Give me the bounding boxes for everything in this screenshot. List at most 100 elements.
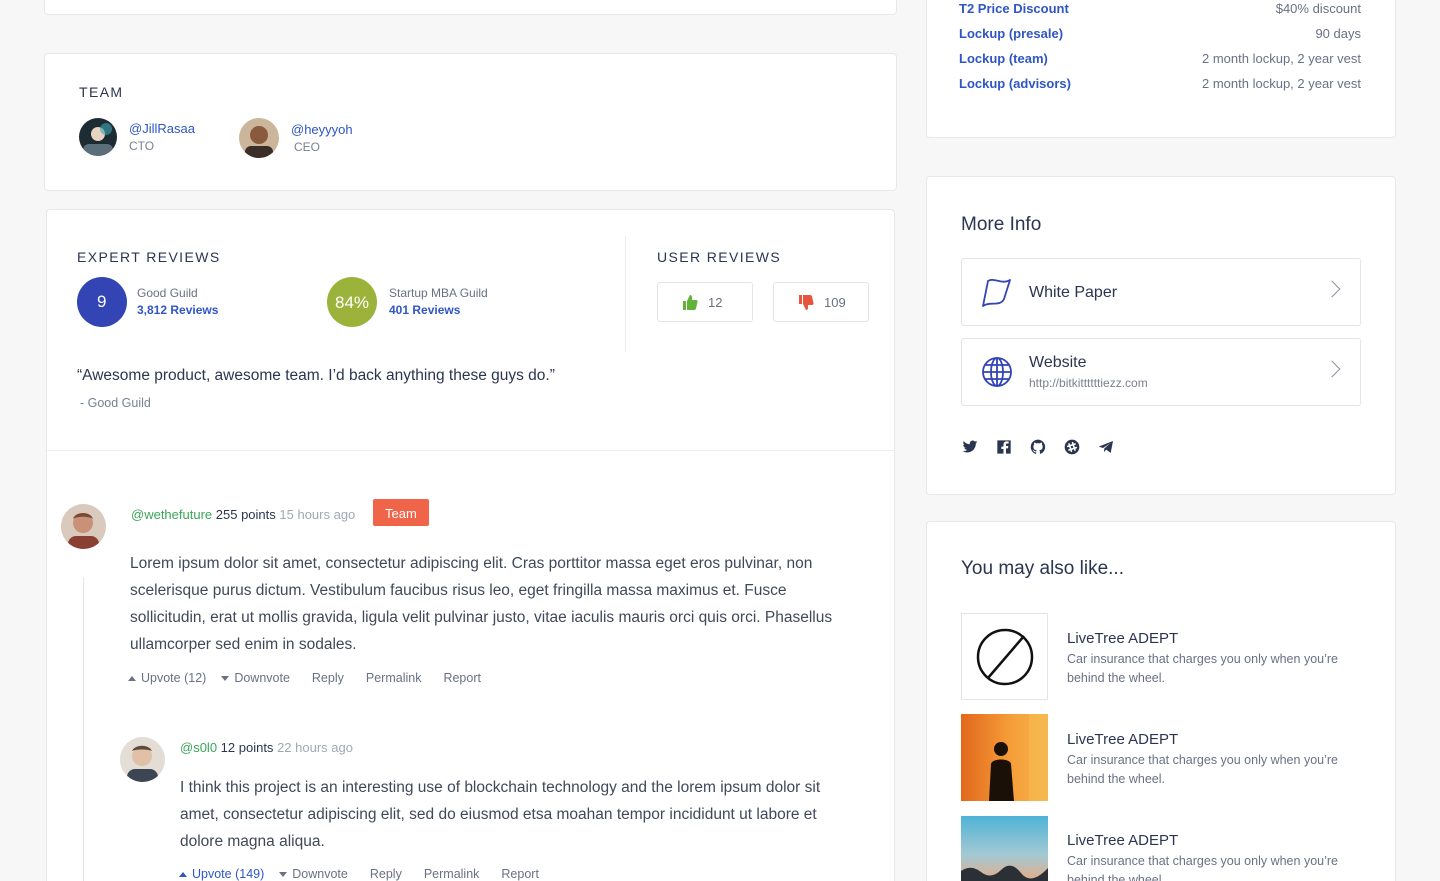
term-key: Lockup (team) [959, 51, 1048, 66]
token-terms-card: T2 Price Discount $40% discount Lockup (… [926, 0, 1396, 138]
term-value: 90 days [1315, 26, 1361, 41]
comment-points: 255 points [215, 507, 276, 522]
avatar [239, 118, 279, 158]
reply-link[interactable]: Reply [312, 671, 344, 685]
comment-points: 12 points [220, 740, 274, 755]
thread-line [83, 577, 84, 881]
guild-name: Good Guild [137, 286, 198, 300]
comment-username[interactable]: @s0l0 [180, 740, 217, 755]
guild-info: Startup MBA Guild 401 Reviews [389, 286, 488, 317]
upvote-arrow-icon [128, 675, 136, 681]
recommendation-thumbnail[interactable] [961, 714, 1048, 801]
review-quote-source: - Good Guild [80, 396, 151, 410]
chevron-right-icon [1323, 360, 1341, 378]
thumbs-down-icon [799, 294, 814, 310]
term-row: Lockup (presale) 90 days [959, 26, 1361, 41]
expert-reviews-heading: EXPERT REVIEWS [77, 249, 221, 265]
website-url: http://bitkittttttiezz.com [1029, 376, 1148, 390]
landscape-image [961, 865, 1048, 881]
permalink-link[interactable]: Permalink [424, 867, 480, 881]
globe-icon [982, 357, 1012, 387]
github-icon[interactable] [1030, 439, 1046, 455]
recommendations-heading: You may also like... [961, 558, 1124, 579]
white-paper-label: White Paper [1029, 284, 1118, 301]
downvote-arrow-icon [279, 871, 288, 877]
recommendation-title[interactable]: LiveTree ADEPT [1067, 832, 1178, 849]
recommendation-desc: Car insurance that charges you only when… [1067, 854, 1338, 881]
recommendation-title[interactable]: LiveTree ADEPT [1067, 731, 1178, 748]
thumbs-up-icon [683, 294, 698, 310]
comment-actions: Upvote (149) Downvote Reply Permalink Re… [179, 867, 539, 881]
recommendation-desc: Car insurance that charges you only when… [1067, 652, 1338, 685]
thumbs-up-button[interactable]: 12 [657, 282, 753, 322]
thumbs-down-count: 109 [824, 294, 846, 310]
avatar [79, 118, 117, 156]
term-key: T2 Price Discount [959, 1, 1069, 16]
avatar [120, 737, 165, 782]
more-info-card: More Info White Paper Website http://bit… [926, 176, 1396, 495]
telegram-icon[interactable] [1098, 439, 1114, 455]
downvote-button[interactable]: Downvote [279, 867, 348, 881]
reviews-divider [625, 236, 626, 352]
more-info-heading: More Info [961, 214, 1042, 235]
member-handle[interactable]: @JillRasaa [129, 121, 195, 136]
document-icon [982, 278, 1011, 307]
upvote-arrow-icon [179, 871, 187, 877]
member-role: CEO [294, 140, 321, 154]
thumbs-down-button[interactable]: 109 [773, 282, 869, 322]
term-row: Lockup (advisors) 2 month lockup, 2 year… [959, 76, 1361, 91]
slack-icon[interactable] [1064, 439, 1080, 455]
team-badge: Team [373, 499, 429, 526]
guild-review-count[interactable]: 3,812 Reviews [137, 303, 218, 317]
team-heading: TEAM [79, 84, 124, 100]
upvote-button[interactable]: Upvote (12) [128, 671, 206, 685]
section-divider [47, 450, 896, 451]
social-links [962, 439, 1114, 455]
comment-header: @wethefuture 255 points 15 hours ago [131, 507, 355, 522]
team-card: TEAM @JillRasaa CTO @heyyyoh CEO [44, 53, 897, 191]
recommendation-thumbnail[interactable] [961, 816, 1048, 881]
team-member-cto[interactable]: @JillRasaa CTO [79, 118, 195, 156]
white-paper-link[interactable]: White Paper [961, 258, 1361, 326]
comment-time: 22 hours ago [277, 740, 353, 755]
term-key: Lockup (advisors) [959, 76, 1071, 91]
chevron-right-icon [1323, 280, 1341, 298]
upvote-button[interactable]: Upvote (149) [179, 867, 264, 881]
comment-body: I think this project is an interesting u… [180, 779, 821, 850]
comment-actions: Upvote (12) Downvote Reply Permalink Rep… [128, 671, 481, 685]
facebook-icon[interactable] [996, 439, 1012, 455]
recommendation-thumbnail[interactable] [961, 613, 1048, 700]
term-key: Lockup (presale) [959, 26, 1064, 41]
website-label: Website [1029, 354, 1087, 371]
guild-review-count[interactable]: 401 Reviews [389, 303, 488, 317]
guild-name: Startup MBA Guild [389, 286, 488, 300]
previous-card-bottom [44, 0, 897, 15]
twitter-icon[interactable] [962, 439, 978, 455]
silhouette-image [989, 714, 1048, 801]
review-quote: “Awesome product, awesome team. I’d back… [77, 367, 555, 384]
guild-info: Good Guild 3,812 Reviews [137, 286, 218, 317]
comment-username[interactable]: @wethefuture [131, 507, 212, 522]
downvote-arrow-icon [221, 675, 230, 681]
website-link[interactable]: Website http://bitkittttttiezz.com [961, 338, 1361, 406]
report-link[interactable]: Report [443, 671, 481, 685]
team-member-ceo[interactable]: @heyyyoh CEO [239, 118, 353, 158]
term-value: $40% discount [1275, 1, 1361, 16]
recommendations-card: You may also like... LiveTree ADEPT Car … [926, 521, 1396, 881]
comment-body: Lorem ipsum dolor sit amet, consectetur … [130, 555, 833, 653]
guild-score-badge: 84% [327, 277, 377, 327]
reply-link[interactable]: Reply [370, 867, 402, 881]
comment-time: 15 hours ago [279, 507, 356, 522]
term-value: 2 month lockup, 2 year vest [1202, 76, 1361, 91]
thumbs-up-count: 12 [708, 294, 723, 310]
member-role: CTO [129, 139, 155, 153]
permalink-link[interactable]: Permalink [366, 671, 422, 685]
term-value: 2 month lockup, 2 year vest [1202, 51, 1361, 66]
member-handle[interactable]: @heyyyoh [291, 122, 353, 137]
recommendation-title[interactable]: LiveTree ADEPT [1067, 630, 1178, 647]
user-reviews-heading: USER REVIEWS [657, 249, 782, 265]
downvote-button[interactable]: Downvote [221, 671, 290, 685]
report-link[interactable]: Report [501, 867, 539, 881]
avatar [61, 504, 106, 549]
logo-icon [976, 628, 1034, 686]
